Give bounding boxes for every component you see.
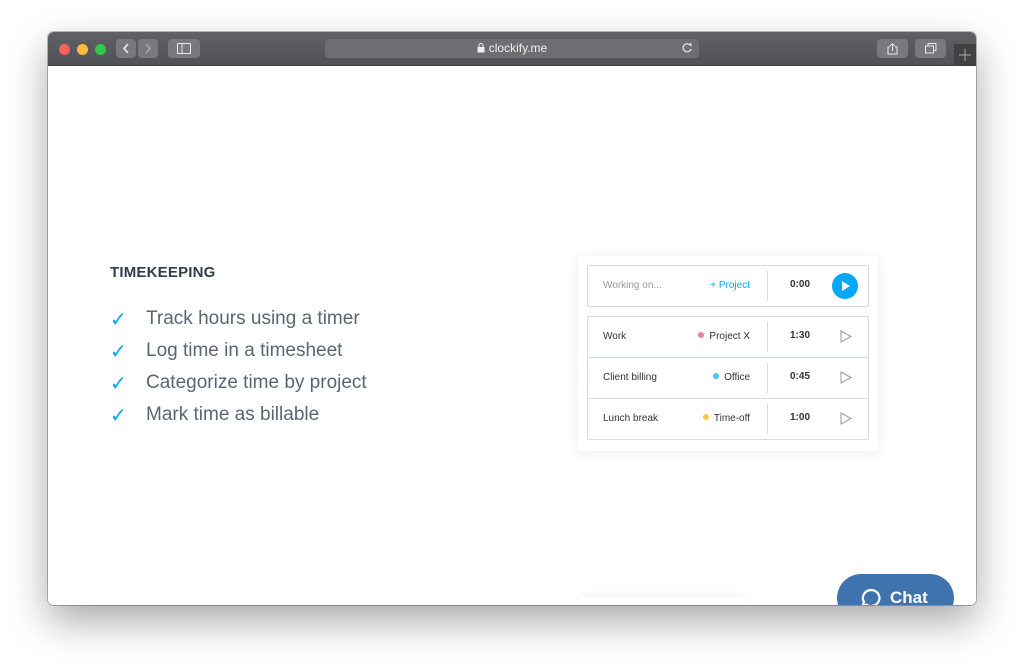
- entry-duration: 1:00: [790, 412, 811, 423]
- project-color-dot: [698, 332, 705, 339]
- entry-project-name: Time-off: [713, 413, 750, 424]
- play-icon[interactable]: [840, 330, 852, 343]
- check-icon: ✓: [110, 373, 127, 395]
- tabs-button[interactable]: [915, 39, 946, 58]
- lock-icon: [477, 42, 485, 53]
- address-bar[interactable]: clockify.me: [325, 39, 699, 58]
- description-input[interactable]: Working on...: [603, 280, 662, 291]
- play-icon: [842, 281, 850, 291]
- chat-button[interactable]: Chat: [837, 574, 954, 605]
- entry-description: Lunch break: [603, 413, 659, 424]
- timer-display: 0:00: [790, 279, 811, 290]
- time-tracker-card: Working on... + Project 0:00 Work Projec…: [578, 256, 878, 451]
- back-arrow-icon: [122, 43, 129, 54]
- forward-arrow-icon: [145, 43, 152, 54]
- section-heading: TIMEKEEPING: [110, 264, 216, 281]
- feature-text: Log time in a timesheet: [146, 340, 343, 361]
- feature-text: Mark time as billable: [146, 404, 320, 425]
- divider: [767, 363, 768, 393]
- tabs-icon: [924, 43, 936, 54]
- entry-project[interactable]: Time-off: [702, 413, 750, 424]
- play-icon[interactable]: [840, 412, 852, 425]
- entry-project-name: Office: [724, 372, 750, 383]
- check-icon: ✓: [110, 341, 127, 363]
- start-timer-button[interactable]: [832, 273, 858, 299]
- entry-description: Work: [603, 331, 627, 342]
- sidebar-icon: [177, 43, 191, 54]
- forward-button[interactable]: [138, 39, 158, 58]
- check-icon: ✓: [110, 309, 127, 331]
- new-tab-button[interactable]: [954, 44, 976, 65]
- feature-text: Track hours using a timer: [146, 308, 360, 329]
- chat-label: Chat: [890, 588, 928, 605]
- minimize-window-button[interactable]: [77, 44, 88, 55]
- next-card-preview: [578, 597, 746, 605]
- add-project-button[interactable]: + Project: [710, 280, 750, 291]
- feature-text: Categorize time by project: [146, 372, 367, 393]
- entry-duration: 0:45: [790, 371, 811, 382]
- entry-project[interactable]: Office: [713, 372, 750, 383]
- share-button[interactable]: [877, 39, 908, 58]
- back-button[interactable]: [116, 39, 136, 58]
- play-icon[interactable]: [840, 371, 852, 384]
- page-content: TIMEKEEPING ✓ Track hours using a timer …: [48, 66, 976, 605]
- entry-description: Client billing: [603, 372, 657, 383]
- time-entry-row[interactable]: Work Project X 1:30: [587, 316, 869, 358]
- zoom-window-button[interactable]: [95, 44, 106, 55]
- divider: [767, 271, 768, 301]
- project-color-dot: [702, 414, 709, 421]
- browser-window: clockify.me TIMEKEEPING ✓ Track hours us…: [48, 32, 976, 605]
- chat-bubble-icon: [861, 588, 881, 605]
- divider: [767, 322, 768, 352]
- check-icon: ✓: [110, 405, 127, 427]
- timer-input-row: Working on... + Project 0:00: [587, 265, 869, 307]
- time-entry-row[interactable]: Client billing Office 0:45: [587, 357, 869, 399]
- close-window-button[interactable]: [59, 44, 70, 55]
- divider: [767, 404, 768, 434]
- browser-toolbar: clockify.me: [48, 32, 976, 66]
- share-icon: [887, 43, 898, 55]
- project-color-dot: [713, 373, 720, 380]
- reload-icon[interactable]: [681, 42, 693, 54]
- sidebar-button[interactable]: [168, 39, 200, 58]
- url-text: clockify.me: [488, 41, 548, 55]
- entry-duration: 1:30: [790, 330, 811, 341]
- time-entry-row[interactable]: Lunch break Time-off 1:00: [587, 398, 869, 440]
- new-tab-icon: [959, 49, 971, 61]
- entry-project[interactable]: Project X: [698, 331, 750, 342]
- entry-project-name: Project X: [709, 331, 750, 342]
